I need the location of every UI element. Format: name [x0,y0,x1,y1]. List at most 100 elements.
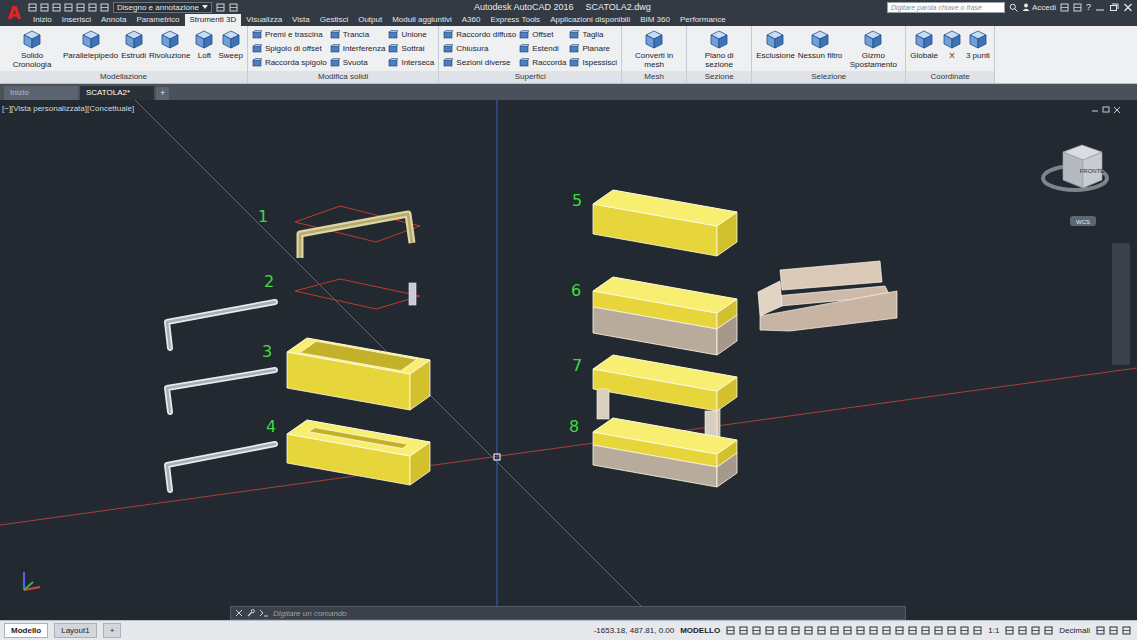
ribbon-tab[interactable]: Output [353,14,387,26]
status-icon[interactable] [934,626,943,635]
status-icon[interactable] [778,626,787,635]
u-profile[interactable] [300,214,412,258]
solid-object[interactable] [167,420,430,490]
ribbon-small-button[interactable]: Ispessisci [569,56,617,69]
solid-object[interactable] [167,338,430,412]
ribbon-tab[interactable]: Strumenti 3D [185,14,242,26]
coordinates[interactable]: -1653.18, 487.81, 0.00 [594,626,675,635]
view-cube[interactable]: FRONTEWCS [1043,145,1107,226]
ribbon-large-button[interactable]: Esclusione [756,28,795,60]
ribbon-small-button[interactable]: Interferenza [330,42,386,55]
ribbon-small-button[interactable]: Raccordo diffuso [443,28,516,41]
ribbon-large-button[interactable]: Gizmo Spostamento [845,28,901,69]
status-icon[interactable] [791,626,800,635]
edge-piece[interactable] [409,283,416,305]
ribbon-tab[interactable]: Gestisci [315,14,353,26]
help-button[interactable]: ? [1086,2,1091,12]
sign-in-button[interactable]: Accedi [1022,3,1056,12]
close-icon[interactable] [235,609,243,617]
command-line[interactable]: Digitare un comando [230,606,906,620]
ribbon-group-title[interactable]: Selezione [752,71,905,83]
status-icon[interactable] [921,626,930,635]
solid-object[interactable] [593,190,737,256]
ribbon-large-button[interactable]: Sweep [218,28,242,60]
status-icon[interactable] [973,626,982,635]
ribbon-large-button[interactable]: Piano di sezione [691,28,747,69]
profile-curve[interactable] [167,302,275,348]
status-icon[interactable] [1044,626,1053,635]
status-icon[interactable] [882,626,891,635]
new-tab-button[interactable]: + [156,87,169,100]
ribbon-tab[interactable]: Performance [675,14,731,26]
file-tab[interactable]: Inizio [4,86,78,100]
ribbon-group-title[interactable]: Superfici [439,71,621,83]
exchange-icon[interactable] [1060,3,1069,12]
ribbon-small-button[interactable]: Premi e trascina [252,28,327,41]
ribbon-small-button[interactable]: Raccorda spigolo [252,56,327,69]
ribbon-large-button[interactable]: Loft [193,28,215,60]
solid-object[interactable] [167,279,420,348]
status-icon[interactable] [895,626,904,635]
status-icon[interactable] [1096,626,1105,635]
navigation-bar[interactable] [1112,243,1130,365]
ribbon-large-button[interactable]: Rivoluzione [149,28,190,60]
ribbon-tab[interactable]: BIM 360 [635,14,675,26]
a360-icon[interactable] [1073,3,1082,12]
quick-access-icon[interactable] [100,3,109,12]
ribbon-small-button[interactable]: Trancia [330,28,386,41]
quick-access-icon[interactable] [76,3,85,12]
ribbon-large-button[interactable]: Globale [910,28,938,60]
ribbon-large-button[interactable]: Parallelepipedo [63,28,118,60]
close-icon[interactable] [1123,3,1133,12]
ribbon-large-button[interactable]: 3 punti [966,28,990,60]
ribbon-small-button[interactable]: Unione [388,28,434,41]
ribbon-small-button[interactable]: Estendi [519,42,566,55]
status-icon[interactable] [843,626,852,635]
ribbon-small-button[interactable]: Spigolo di offset [252,42,327,55]
ribbon-tab[interactable]: Vista [287,14,315,26]
viewport-controls[interactable] [1092,107,1120,113]
units-selector[interactable]: Decimali [1059,626,1090,635]
ribbon-tab[interactable]: Applicazioni disponibili [545,14,635,26]
ribbon-small-button[interactable]: Taglia [569,28,617,41]
ribbon-group-title[interactable]: Coordinate [906,71,994,83]
status-icon[interactable] [1031,626,1040,635]
solid-object[interactable] [593,418,737,487]
ribbon-tab[interactable]: A360 [457,14,486,26]
solid-box[interactable] [593,277,737,355]
status-icon[interactable] [947,626,956,635]
status-icon[interactable] [804,626,813,635]
ribbon-group-title[interactable]: Modellazione [0,71,247,83]
drawing-viewport[interactable]: FRONTEWCS[−][Vista personalizzata][Conce… [0,100,1137,620]
ribbon-tab[interactable]: Annota [96,14,131,26]
status-icon[interactable] [817,626,826,635]
annotation-scale[interactable]: 1:1 [988,626,999,635]
ribbon-small-button[interactable]: Sottrai [388,42,434,55]
layout-tab[interactable]: Modello [4,623,48,638]
status-icon[interactable] [1005,626,1014,635]
status-icon[interactable] [869,626,878,635]
status-icon[interactable] [752,626,761,635]
solid-box[interactable] [287,338,430,410]
tray-solid[interactable] [758,261,897,331]
ribbon-large-button[interactable]: Converti in mesh [626,28,682,69]
quick-access-icon[interactable] [28,3,37,12]
status-icon[interactable] [830,626,839,635]
ribbon-small-button[interactable]: Svuota [330,56,386,69]
ribbon-tab[interactable]: Parametrico [131,14,184,26]
ribbon-small-button[interactable]: Raccorda [519,56,566,69]
solid-object[interactable] [295,206,420,258]
ribbon-group-title[interactable]: Sezione [687,71,751,83]
ribbon-small-button[interactable]: Planare [569,42,617,55]
profile-curve[interactable] [167,444,275,490]
search-icon[interactable] [1009,3,1018,12]
status-icon[interactable] [765,626,774,635]
ribbon-small-button[interactable]: Chiusura [443,42,516,55]
share-icon[interactable] [229,3,238,12]
workspace-dropdown[interactable]: Disegno e annotazione [113,2,212,13]
solid-box[interactable] [593,190,737,256]
solid-object[interactable] [593,261,897,355]
wrench-icon[interactable] [247,609,255,617]
solid-box[interactable] [287,420,430,485]
quick-access-icon[interactable] [88,3,97,12]
